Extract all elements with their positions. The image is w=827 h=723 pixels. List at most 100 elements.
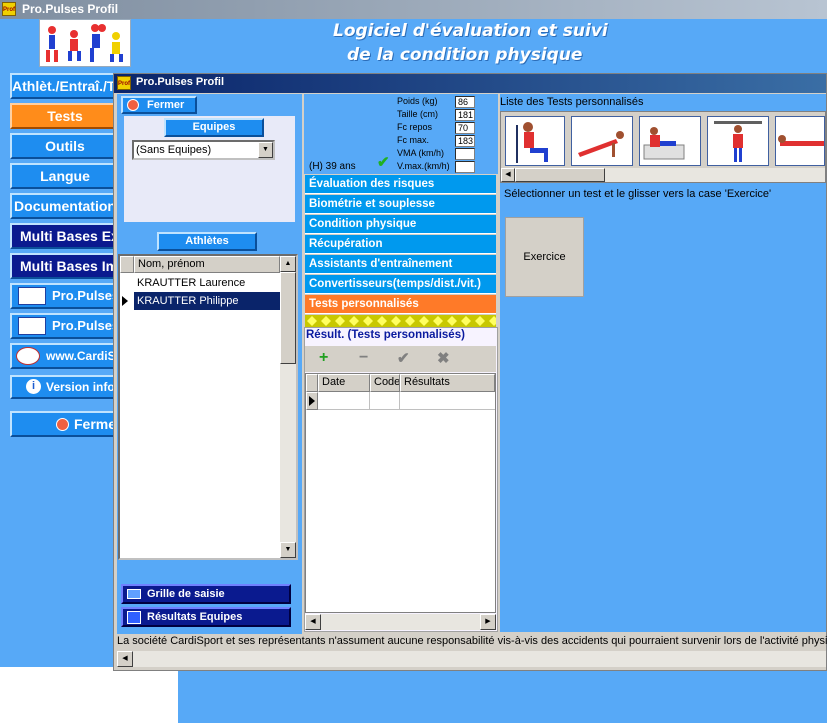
add-icon[interactable]: + bbox=[319, 349, 328, 367]
window-titlebar: Profil Pro.Pulses Profil bbox=[114, 74, 826, 93]
disclaimer-text: La société CardiSport et ses représentan… bbox=[117, 635, 827, 647]
checkmark-icon[interactable]: ✔ bbox=[377, 155, 390, 170]
app-icon: Profil bbox=[2, 2, 16, 16]
menu-tests[interactable]: Tests bbox=[10, 103, 120, 129]
keyboard-icon bbox=[127, 589, 141, 599]
test-thumbnail-pushup[interactable] bbox=[571, 116, 633, 166]
height-field[interactable]: 181 bbox=[455, 109, 475, 121]
athletes-button[interactable]: Athlètes bbox=[157, 232, 257, 251]
power-icon bbox=[56, 418, 69, 431]
row-indicator-header bbox=[306, 374, 318, 392]
row-indicator-header bbox=[120, 256, 134, 273]
remove-icon[interactable]: − bbox=[359, 349, 368, 367]
category-risk-evaluation[interactable]: Évaluation des risques bbox=[305, 175, 496, 194]
results-cell[interactable] bbox=[400, 392, 495, 410]
decorative-band bbox=[305, 315, 496, 327]
tests-thumbnails[interactable]: ◀ bbox=[500, 111, 826, 183]
menu-multi-bases-export[interactable]: Multi Bases Export bbox=[10, 223, 120, 249]
category-training-assistants[interactable]: Assistants d'entraînement bbox=[305, 255, 496, 274]
athletes-column-header[interactable]: Nom, prénom bbox=[134, 256, 280, 273]
athletes-list[interactable]: Nom, prénom KRAUTTER Laurence KRAUTTER P… bbox=[118, 254, 298, 560]
teams-select-value: (Sans Equipes) bbox=[136, 144, 212, 156]
window-app-icon: Profil bbox=[117, 76, 131, 90]
tests-instruction: Sélectionner un test et le glisser vers … bbox=[504, 188, 772, 200]
stat-label: VMA (km/h) bbox=[397, 148, 445, 158]
team-results-button[interactable]: Résultats Equipes bbox=[121, 607, 291, 627]
menu-cardisport-web[interactable]: www.CardiSport bbox=[10, 343, 120, 369]
menu-multi-bases-import[interactable]: Multi Bases Import bbox=[10, 253, 120, 279]
category-biometry[interactable]: Biométrie et souplesse bbox=[305, 195, 496, 214]
category-recovery[interactable]: Récupération bbox=[305, 235, 496, 254]
vma-field[interactable] bbox=[455, 148, 475, 160]
scroll-left-icon[interactable]: ◀ bbox=[305, 614, 321, 630]
menu-propulses-pro[interactable]: Pro.Pulses bbox=[10, 313, 120, 339]
scrollbar-thumb[interactable] bbox=[515, 168, 605, 182]
menu-version-info[interactable]: i Version info bbox=[10, 375, 120, 399]
stat-label: Taille (cm) bbox=[397, 109, 439, 119]
scroll-left-icon[interactable]: ◀ bbox=[117, 651, 133, 667]
vmax-field[interactable] bbox=[455, 161, 475, 173]
confirm-icon[interactable]: ✔ bbox=[397, 349, 410, 367]
stat-label: Fc max. bbox=[397, 135, 430, 145]
menu-documentation[interactable]: Documentation bbox=[10, 193, 120, 219]
athlete-row-selected[interactable]: KRAUTTER Philippe bbox=[134, 292, 280, 310]
max-hr-field[interactable]: 183 bbox=[455, 135, 475, 147]
category-physical-condition[interactable]: Condition physique bbox=[305, 215, 496, 234]
info-icon: i bbox=[26, 379, 41, 394]
menu-outils[interactable]: Outils bbox=[10, 133, 120, 159]
app-title: Pro.Pulses Profil bbox=[22, 2, 119, 16]
thumbnails-hscrollbar[interactable]: ◀ bbox=[501, 168, 825, 182]
athlete-row[interactable]: KRAUTTER Laurence bbox=[134, 274, 280, 292]
chevron-down-icon[interactable]: ▼ bbox=[258, 142, 273, 158]
window-hscrollbar[interactable]: ◀ bbox=[117, 651, 826, 667]
power-icon bbox=[127, 99, 139, 111]
menu-version-info-label: Version info bbox=[46, 380, 115, 394]
menu-propulses-pro-label: Pro.Pulses bbox=[52, 318, 120, 333]
scroll-right-icon[interactable]: ▶ bbox=[480, 614, 496, 630]
scroll-down-icon[interactable]: ▼ bbox=[280, 542, 296, 558]
results-hscrollbar[interactable]: ◀ ▶ bbox=[305, 614, 496, 630]
menu-propulses-perf[interactable]: Pro.Pulses bbox=[10, 283, 120, 309]
date-cell[interactable] bbox=[318, 392, 370, 410]
perf-logo-icon bbox=[18, 287, 46, 305]
profil-window: Profil Pro.Pulses Profil Fermer Equipes … bbox=[113, 73, 827, 671]
resting-hr-field[interactable]: 70 bbox=[455, 122, 475, 134]
code-cell[interactable] bbox=[370, 392, 400, 410]
grid-entry-button[interactable]: Grille de saisie bbox=[121, 584, 291, 604]
menu-cardisport-label: www.CardiSport bbox=[46, 349, 118, 363]
test-thumbnail-step[interactable] bbox=[639, 116, 701, 166]
test-thumbnail-squat[interactable] bbox=[505, 116, 565, 166]
menu-langue[interactable]: Langue bbox=[10, 163, 120, 189]
tests-list-title: Liste des Tests personnalisés bbox=[500, 96, 644, 108]
menu-athletes[interactable]: Athlèt./Entraî./Tests bbox=[10, 73, 120, 99]
current-row-arrow-icon bbox=[122, 296, 128, 306]
stat-label: Fc repos bbox=[397, 122, 433, 132]
grid-entry-label: Grille de saisie bbox=[147, 588, 225, 600]
team-results-label: Résultats Equipes bbox=[147, 611, 243, 623]
table-icon bbox=[127, 611, 141, 624]
results-grid[interactable]: Date Code Résultats bbox=[305, 373, 496, 613]
menu-propulses-perf-label: Pro.Pulses bbox=[52, 288, 120, 303]
code-column-header[interactable]: Code bbox=[370, 374, 400, 392]
current-row-arrow-icon bbox=[309, 396, 315, 406]
test-thumbnail-pullup[interactable] bbox=[707, 116, 769, 166]
cancel-icon[interactable]: ✖ bbox=[437, 349, 450, 367]
scrollbar-thumb[interactable] bbox=[280, 272, 296, 364]
category-converters[interactable]: Convertisseurs(temps/dist./vit.) bbox=[305, 275, 496, 294]
athletes-scrollbar[interactable]: ▲ ▼ bbox=[280, 256, 296, 558]
header-title-line1: Logiciel d'évaluation et suivi bbox=[333, 21, 608, 41]
teams-select[interactable]: (Sans Equipes) ▼ bbox=[132, 140, 275, 160]
stat-label: V.max.(km/h) bbox=[397, 161, 450, 171]
test-thumbnail-plank[interactable] bbox=[775, 116, 825, 166]
scroll-up-icon[interactable]: ▲ bbox=[280, 256, 296, 272]
scroll-left-icon[interactable]: ◀ bbox=[501, 168, 515, 182]
sport-logo-image bbox=[39, 19, 131, 67]
menu-fermer[interactable]: Fermer bbox=[10, 411, 120, 437]
category-custom-tests[interactable]: Tests personnalisés bbox=[305, 295, 496, 314]
window-close-button[interactable]: Fermer bbox=[121, 96, 197, 114]
exercise-drop-box[interactable]: Exercice bbox=[505, 217, 584, 297]
weight-field[interactable]: 86 bbox=[455, 96, 475, 108]
date-column-header[interactable]: Date bbox=[318, 374, 370, 392]
results-column-header[interactable]: Résultats bbox=[400, 374, 495, 392]
teams-button[interactable]: Equipes bbox=[164, 118, 264, 137]
